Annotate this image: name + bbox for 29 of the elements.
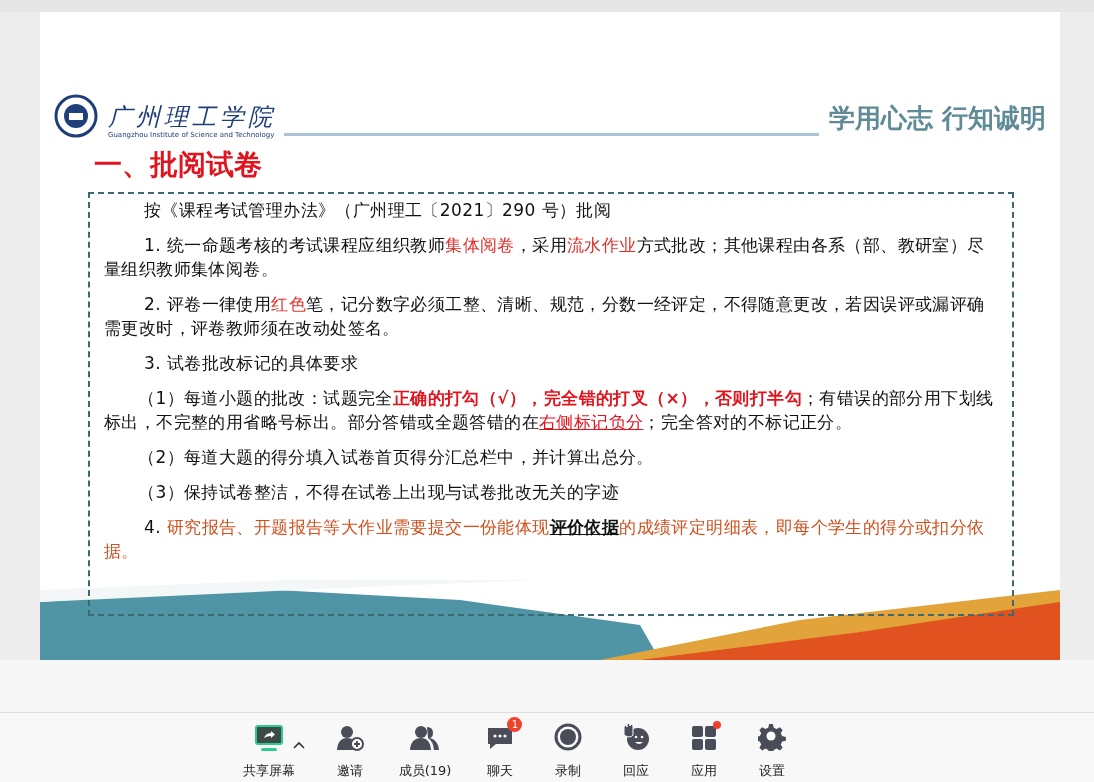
add-person-icon: [335, 725, 364, 751]
paragraph: （3）保持试卷整洁，不得在试卷上出现与试卷批改无关的字迹: [137, 481, 621, 504]
paragraph: 4. 研究报告、开题报告等大作业需要提交一份能体现评价依据的成绩评定明细表，即每个学生的得分或扣分依据。: [104, 516, 986, 563]
motto: 学用心志 行知诚明: [828, 102, 1046, 134]
apps-grid-icon: [691, 725, 718, 751]
toolbar-button[interactable]: 成员(19): [394, 721, 456, 779]
toolbar-button[interactable]: 回应: [613, 721, 660, 779]
paragraph: （2）每道大题的得分填入试卷首页得分汇总栏中，并计算出总分。: [137, 446, 655, 469]
school-name: 广州理工学院: [108, 103, 276, 131]
toolbar-button[interactable]: 设置: [749, 721, 796, 779]
paragraph: （1）每道小题的批改：试题完全正确的打勾（√），完全错的打叉（×），否则打半勾；有错误的部分用下划线标出，不完整的用省略号标出。部分答错或全题答错的在右侧标记负分；完全答对的不标记正分。: [104, 387, 995, 434]
people-icon: [410, 725, 440, 751]
logo-icon: [54, 94, 98, 138]
toolbar-button[interactable]: 邀请: [326, 721, 373, 779]
toolbar-button[interactable]: 录制: [545, 721, 592, 779]
share-screen-icon: [253, 725, 284, 751]
paragraph: 1. 统一命题考核的考试课程应组织教师集体阅卷，采用流水作业方式批改；其他课程由各系（部、教研室）尽量组织教师集体阅卷。: [104, 234, 986, 281]
waving-face-icon: [622, 723, 651, 751]
toolbar-button[interactable]: 共享屏幕: [238, 721, 299, 779]
caret-icon[interactable]: [292, 741, 305, 749]
paragraph: 2. 评卷一律使用红色笔，记分数字必须工整、清晰、规范，分数一经评定，不得随意更改，若因误评或漏评确需更改时，评卷教师须在改动处签名。: [104, 293, 986, 340]
unread-badge: 1: [507, 717, 523, 732]
settings-icon: [758, 723, 787, 751]
slide-title: 一、批阅试卷: [94, 148, 263, 182]
chat-bubble-icon: [486, 725, 515, 751]
record-icon: [554, 723, 583, 751]
paragraph: 3. 试卷批改标记的具体要求: [143, 352, 360, 375]
toolbar-button[interactable]: 应用: [681, 721, 728, 779]
paragraph: 按《课程考试管理办法》（广州理工〔2021〕290 号）批阅: [143, 199, 613, 222]
